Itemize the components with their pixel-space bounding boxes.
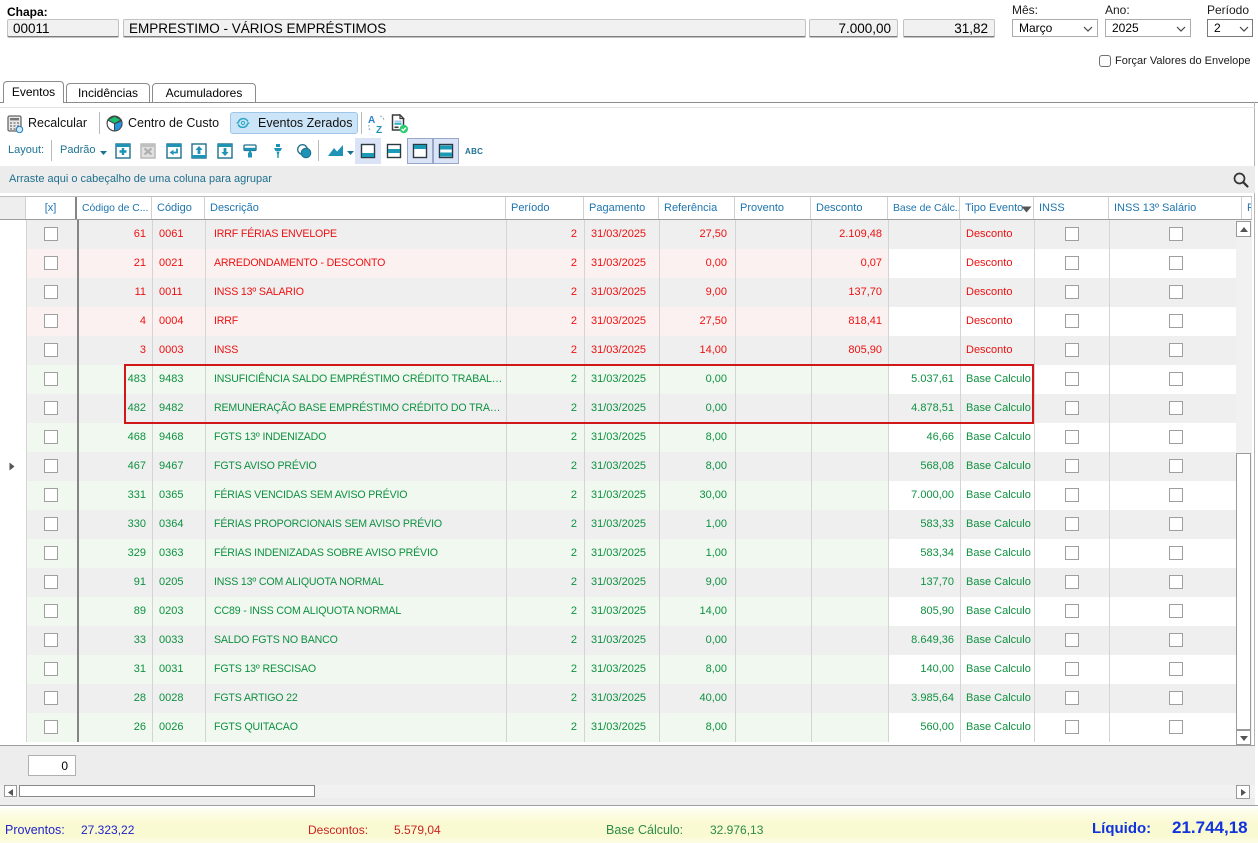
svg-text:A: A [368, 115, 375, 126]
svg-text:Z: Z [376, 125, 382, 134]
